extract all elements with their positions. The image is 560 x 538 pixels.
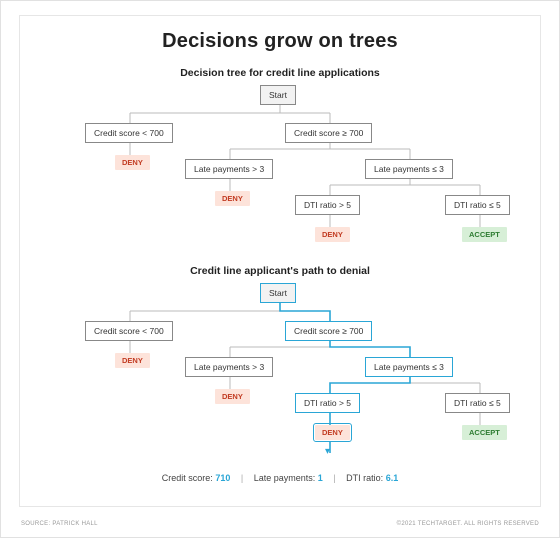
summary-cs-label: Credit score: xyxy=(162,473,213,483)
tree2: Start Credit score < 700 Credit score ≥ … xyxy=(30,283,530,471)
tree1-dti-le: DTI ratio ≤ 5 xyxy=(445,195,510,215)
tree1-deny-2: DENY xyxy=(215,191,250,206)
tree1-credit-lt: Credit score < 700 xyxy=(85,123,173,143)
tree1-subtitle: Decision tree for credit line applicatio… xyxy=(30,67,530,79)
summary-cs-val: 710 xyxy=(215,473,230,483)
tree2-deny-1: DENY xyxy=(115,353,150,368)
tree1-start: Start xyxy=(260,85,296,105)
tree1-dti-gt: DTI ratio > 5 xyxy=(295,195,360,215)
tree1-deny-1: DENY xyxy=(115,155,150,170)
tree2-accept: ACCEPT xyxy=(462,425,507,440)
tree2-deny-2: DENY xyxy=(215,389,250,404)
tree2-start: Start xyxy=(260,283,296,303)
diagram-frame: Decisions grow on trees Decision tree fo… xyxy=(0,0,560,538)
tree2-deny-3: DENY xyxy=(315,425,350,440)
diagram-inner: Decisions grow on trees Decision tree fo… xyxy=(19,15,541,507)
tree2-dti-gt: DTI ratio > 5 xyxy=(295,393,360,413)
summary-lp-label: Late payments: xyxy=(254,473,316,483)
tree1-late-le: Late payments ≤ 3 xyxy=(365,159,453,179)
tree1-credit-ge: Credit score ≥ 700 xyxy=(285,123,372,143)
tree1-deny-3: DENY xyxy=(315,227,350,242)
tree2-dti-le: DTI ratio ≤ 5 xyxy=(445,393,510,413)
tree2-late-gt: Late payments > 3 xyxy=(185,357,273,377)
summary-sep-1: | xyxy=(233,473,251,483)
main-title: Decisions grow on trees xyxy=(30,30,530,53)
applicant-summary: Credit score: 710 | Late payments: 1 | D… xyxy=(30,473,530,483)
tree1-accept: ACCEPT xyxy=(462,227,507,242)
footer-copyright: ©2021 TECHTARGET. ALL RIGHTS RESERVED xyxy=(397,521,539,527)
path-arrow-icon: ▾ xyxy=(325,446,330,457)
tree2-credit-ge: Credit score ≥ 700 xyxy=(285,321,372,341)
footer-source: SOURCE: PATRICK HALL xyxy=(21,521,98,527)
tree2-credit-lt: Credit score < 700 xyxy=(85,321,173,341)
tree2-subtitle: Credit line applicant's path to denial xyxy=(30,265,530,277)
summary-dti-label: DTI ratio: xyxy=(346,473,383,483)
tree1-late-gt: Late payments > 3 xyxy=(185,159,273,179)
summary-lp-val: 1 xyxy=(318,473,323,483)
summary-dti-val: 6.1 xyxy=(386,473,399,483)
tree2-late-le: Late payments ≤ 3 xyxy=(365,357,453,377)
tree1: Start Credit score < 700 Credit score ≥ … xyxy=(30,85,530,257)
summary-sep-2: | xyxy=(325,473,343,483)
